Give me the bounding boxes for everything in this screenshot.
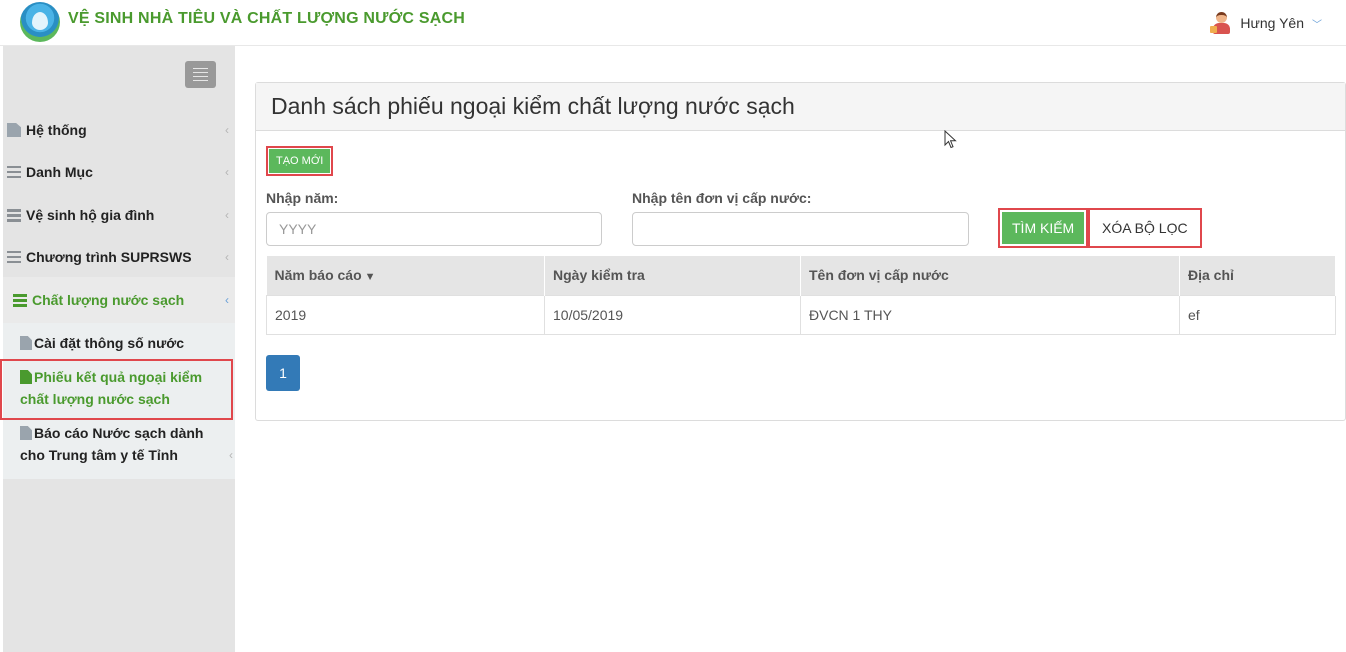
main-panel: Danh sách phiếu ngoại kiểm chất lượng nư… [255, 82, 1346, 421]
chevron-left-icon: ‹ [225, 208, 229, 222]
column-header-nam-bao-cao[interactable]: Năm báo cáo ▼ [266, 256, 545, 295]
clear-filter-button-highlight: XÓA BỘ LỌC [1088, 208, 1202, 248]
chevron-left-icon: ‹ [225, 165, 229, 179]
sidebar-item-danh-muc[interactable]: Danh Mục ‹ [3, 161, 235, 183]
user-avatar-icon [1210, 12, 1232, 34]
sidebar-item-chat-luong-nuoc-sach[interactable]: Chất lượng nước sạch ‹ [3, 277, 235, 323]
year-placeholder: YYYY [279, 221, 317, 237]
sidebar-item-label: Hệ thống [26, 122, 87, 138]
chevron-left-icon: ‹ [225, 123, 229, 137]
create-button-highlight: TẠO MỚI [266, 146, 334, 176]
table-cell: 10/05/2019 [544, 294, 801, 335]
table-row[interactable]: 2019 10/05/2019 ĐVCN 1 THY ef [266, 294, 1336, 335]
list-icon [7, 251, 21, 263]
year-label: Nhập năm: [266, 190, 339, 206]
chevron-left-icon: ‹ [229, 448, 233, 462]
user-name: Hưng Yên [1240, 15, 1304, 31]
column-header-dia-chi[interactable]: Địa chỉ [1179, 256, 1336, 295]
pagination-page-button[interactable]: 1 [266, 355, 300, 391]
submenu-item-label: Báo cáo Nước sạch dành cho Trung tâm y t… [20, 425, 204, 463]
file-icon [7, 123, 21, 137]
server-icon [7, 208, 21, 222]
sidebar-item-chuong-trinh-suprsws[interactable]: Chương trình SUPRSWS ‹ [3, 246, 235, 268]
sidebar: Hệ thống ‹ Danh Mục ‹ Vệ sinh hộ gia đìn… [3, 46, 235, 652]
sort-desc-icon[interactable]: ▼ [365, 271, 376, 283]
submenu-item-bao-cao-nuoc-sach[interactable]: Báo cáo Nước sạch dành cho Trung tâm y t… [20, 422, 233, 466]
app-logo-icon[interactable] [20, 2, 60, 42]
table-cell: ef [1179, 294, 1336, 335]
create-new-button[interactable]: TẠO MỚI [269, 149, 331, 173]
chevron-down-icon: ﹀ [1312, 19, 1322, 31]
results-table: Năm báo cáo ▼ Ngày kiểm tra Tên đơn vị cấ… [266, 256, 1336, 335]
app-title[interactable]: VỆ SINH NHÀ TIÊU VÀ CHẤT LƯỢNG NƯỚC SẠCH [68, 10, 465, 28]
file-icon [20, 336, 32, 350]
supplier-input[interactable] [632, 212, 969, 246]
search-button[interactable]: TÌM KIẾM [1002, 212, 1085, 244]
sidebar-toggle-button[interactable] [185, 61, 216, 88]
column-header-ngay-kiem-tra[interactable]: Ngày kiểm tra [544, 256, 801, 295]
top-bar: VỆ SINH NHÀ TIÊU VÀ CHẤT LƯỢNG NƯỚC SẠCH… [0, 0, 1346, 46]
column-header-ten-don-vi[interactable]: Tên đơn vị cấp nước [800, 256, 1180, 295]
sidebar-item-label: Danh Mục [26, 164, 93, 180]
list-icon [7, 166, 21, 178]
page-title: Danh sách phiếu ngoại kiểm chất lượng nư… [271, 93, 795, 119]
panel-header: Danh sách phiếu ngoại kiểm chất lượng nư… [256, 83, 1345, 131]
year-input[interactable]: YYYY [266, 212, 602, 246]
table-cell: ĐVCN 1 THY [800, 294, 1180, 335]
sidebar-item-label: Chương trình SUPRSWS [26, 249, 192, 265]
sidebar-item-he-thong[interactable]: Hệ thống ‹ [3, 119, 235, 141]
sidebar-item-label: Vệ sinh hộ gia đình [26, 207, 155, 223]
search-button-highlight: TÌM KIẾM [998, 208, 1089, 248]
chevron-left-icon: ‹ [225, 293, 229, 307]
chevron-left-icon: ‹ [225, 250, 229, 264]
table-header-row: Năm báo cáo ▼ Ngày kiểm tra Tên đơn vị cấ… [266, 256, 1336, 295]
submenu-item-label: Cài đặt thông số nước [34, 335, 184, 351]
clear-filter-button[interactable]: XÓA BỘ LỌC [1092, 212, 1198, 244]
table-cell: 2019 [266, 294, 545, 335]
user-menu[interactable]: Hưng Yên ﹀ [1210, 12, 1322, 34]
sidebar-item-ve-sinh-ho-gia-dinh[interactable]: Vệ sinh hộ gia đình ‹ [3, 204, 235, 226]
supplier-label: Nhập tên đơn vị cấp nước: [632, 190, 812, 206]
server-icon [13, 293, 27, 307]
file-icon [20, 426, 32, 440]
column-header-label: Năm báo cáo [274, 267, 362, 284]
submenu-item-cai-dat-thong-so-nuoc[interactable]: Cài đặt thông số nước [20, 332, 225, 354]
sidebar-item-label: Chất lượng nước sạch [32, 292, 185, 308]
active-item-highlight [0, 359, 233, 420]
